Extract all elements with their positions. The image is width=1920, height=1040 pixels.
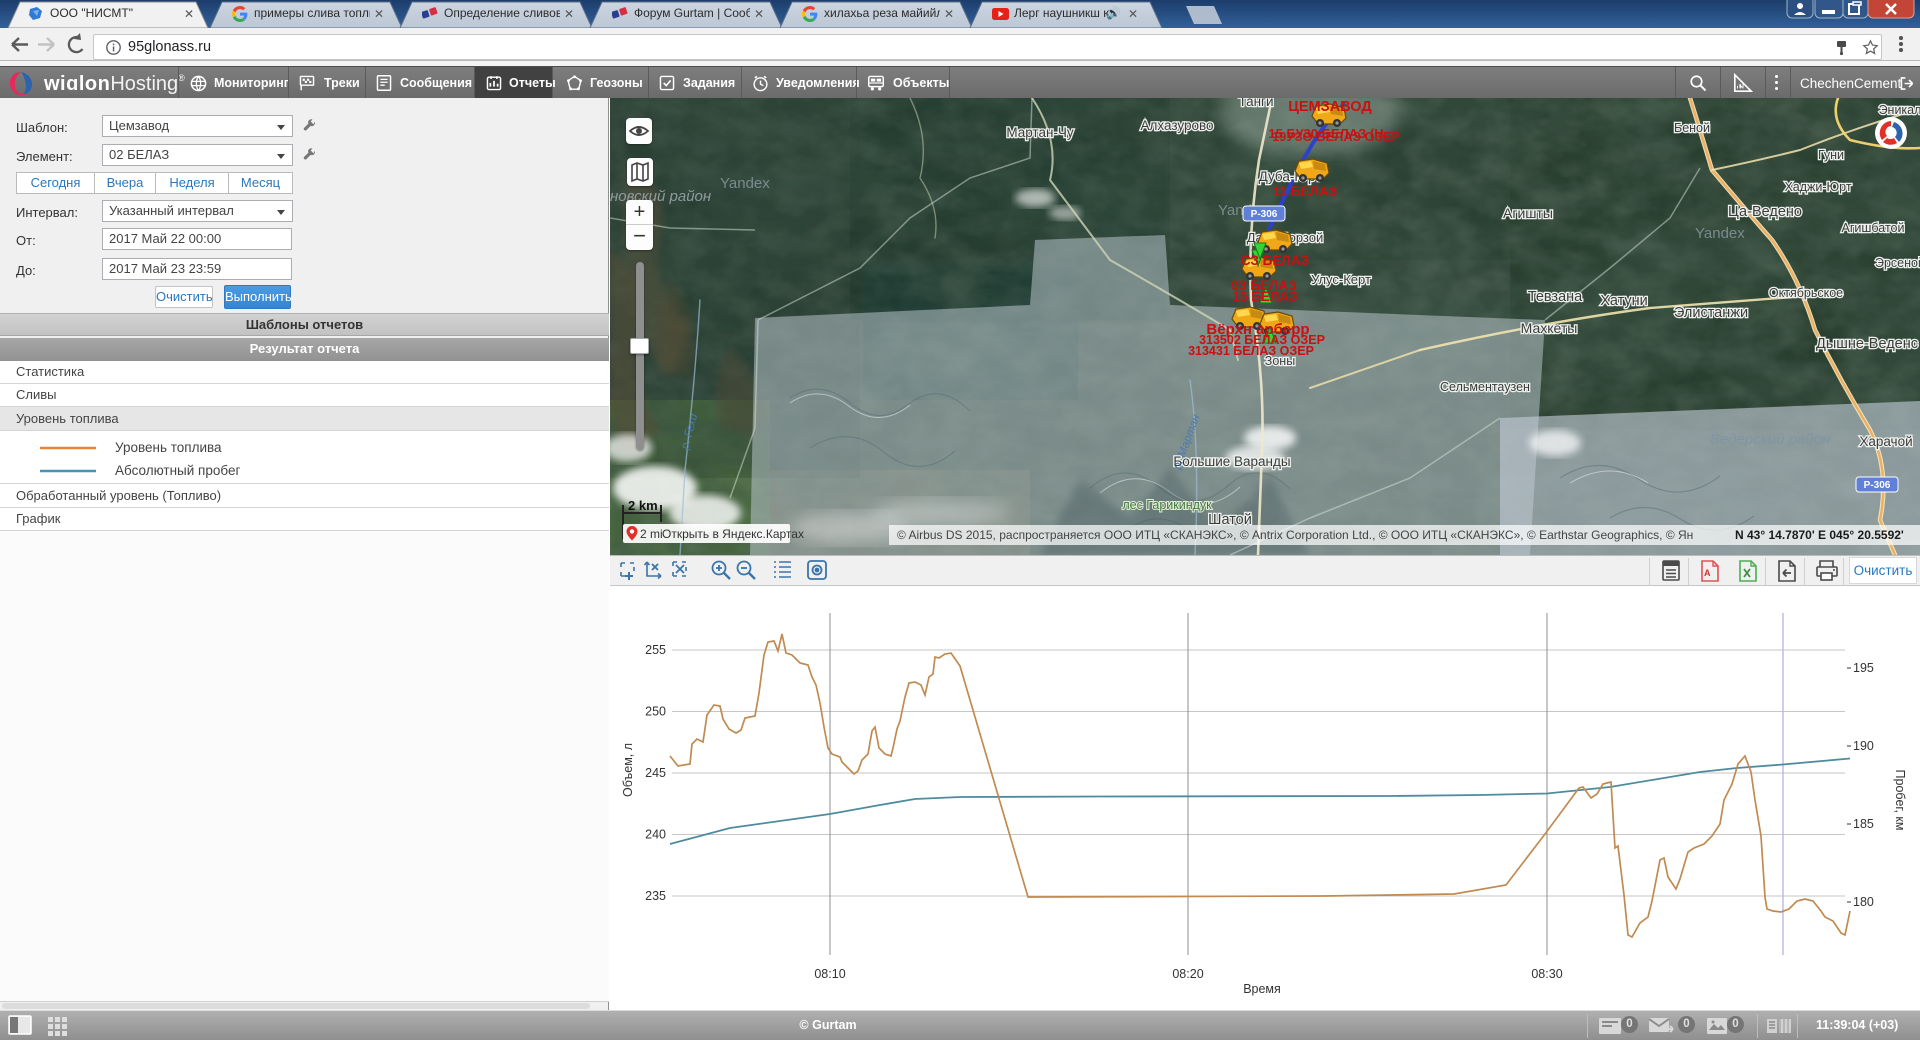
- svg-text:Агишбатой: Агишбатой: [1842, 221, 1905, 235]
- svg-text:лес Гарикиндук: лес Гарикиндук: [1122, 498, 1212, 512]
- svg-text:Время: Время: [1243, 982, 1281, 996]
- svg-text:Харачой: Харачой: [1859, 434, 1912, 449]
- svg-text:240: 240: [645, 828, 666, 842]
- svg-text:Ца-Ведено: Ца-Ведено: [1728, 204, 1802, 220]
- svg-text:Дышне-Веденс: Дышне-Веденс: [1816, 336, 1918, 352]
- svg-text:08:30: 08:30: [1531, 967, 1562, 981]
- svg-text:Yandex: Yandex: [720, 175, 770, 192]
- svg-text:245: 245: [645, 766, 666, 780]
- svg-text:Р-306: Р-306: [1251, 209, 1278, 220]
- svg-text:Пробег, км: Пробег, км: [1893, 770, 1907, 831]
- svg-text:Алхазурово: Алхазурово: [1140, 118, 1213, 133]
- svg-text:Улус-Керт: Улус-Керт: [1311, 272, 1371, 287]
- svg-text:180: 180: [1853, 895, 1874, 909]
- svg-text:185: 185: [1853, 817, 1874, 831]
- svg-text:19УЗО БЕЛАЗ ОЗЕР: 19УЗО БЕЛАЗ ОЗЕР: [1272, 129, 1400, 144]
- svg-text:© Airbus DS 2015, распространя: © Airbus DS 2015, распространяется ООО И…: [897, 528, 1693, 542]
- svg-text:11 БЕЛАЗ: 11 БЕЛАЗ: [1273, 184, 1337, 199]
- svg-text:190: 190: [1853, 739, 1874, 753]
- svg-text:313431 БЕЛАЗ ОЗЕР: 313431 БЕЛАЗ ОЗЕР: [1188, 344, 1314, 358]
- svg-text:N 43° 14.7870' E 045° 20.5592: N 43° 14.7870' E 045° 20.5592': [1735, 528, 1904, 542]
- svg-text:Большие Варанды: Большие Варанды: [1173, 454, 1290, 469]
- svg-text:Объем, л: Объем, л: [621, 743, 635, 797]
- svg-text:Эрсеной: Эрсеной: [1875, 256, 1920, 270]
- svg-text:250: 250: [645, 705, 666, 719]
- svg-text:Yandex: Yandex: [1695, 225, 1745, 242]
- svg-text:235: 235: [645, 889, 666, 903]
- svg-text:Гуни: Гуни: [1818, 148, 1844, 162]
- svg-text:Р-306: Р-306: [1864, 480, 1891, 491]
- svg-text:Ведерский район: Ведерский район: [1710, 431, 1830, 448]
- svg-text:Мартан-Чу: Мартан-Чу: [1006, 125, 1074, 140]
- svg-text:08:10: 08:10: [814, 967, 845, 981]
- svg-text:2 km: 2 km: [628, 498, 658, 513]
- svg-text:СЗ БЕЛАЗ: СЗ БЕЛАЗ: [1241, 253, 1309, 268]
- svg-text:Октябрьское: Октябрьское: [1769, 286, 1843, 300]
- svg-text:195: 195: [1853, 661, 1874, 675]
- svg-text:Агишты: Агишты: [1503, 205, 1553, 221]
- svg-text:Беной: Беной: [1674, 121, 1710, 135]
- svg-text:Открыть в Яндекс.Картах: Открыть в Яндекс.Картах: [662, 527, 804, 541]
- svg-text:A: A: [1704, 568, 1711, 578]
- svg-text:15 БЕЛАЗ: 15 БЕЛАЗ: [1232, 289, 1297, 304]
- svg-text:255: 255: [645, 643, 666, 657]
- svg-text:Хатуни: Хатуни: [1600, 293, 1648, 309]
- svg-text:Хаджи-Юрт: Хаджи-Юрт: [1784, 180, 1851, 194]
- svg-text:Танги: Танги: [1238, 98, 1273, 109]
- svg-text:Махкеты: Махкеты: [1521, 320, 1578, 336]
- svg-text:Тевзана: Тевзана: [1528, 289, 1583, 305]
- svg-text:Эникал: Эникал: [1879, 103, 1920, 117]
- svg-text:Элистанжи: Элистанжи: [1674, 305, 1748, 321]
- svg-text:2 mi: 2 mi: [640, 527, 663, 541]
- svg-text:ЦЕМЗАВОД: ЦЕМЗАВОД: [1288, 99, 1372, 115]
- svg-text:08:20: 08:20: [1172, 967, 1203, 981]
- svg-text:Сельментаузен: Сельментаузен: [1440, 380, 1530, 394]
